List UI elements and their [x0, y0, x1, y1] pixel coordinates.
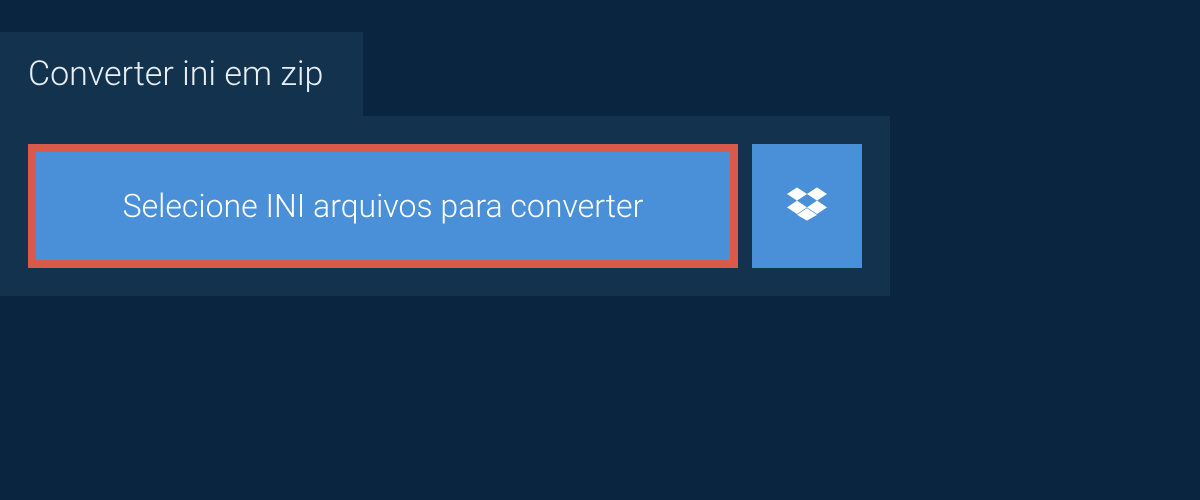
header-tab: Converter ini em zip: [0, 32, 363, 116]
upload-panel: Selecione INI arquivos para converter: [0, 116, 890, 296]
page-title: Converter ini em zip: [28, 54, 323, 94]
dropbox-icon: [787, 184, 827, 228]
dropbox-button[interactable]: [752, 144, 862, 268]
select-files-button[interactable]: Selecione INI arquivos para converter: [28, 144, 738, 268]
